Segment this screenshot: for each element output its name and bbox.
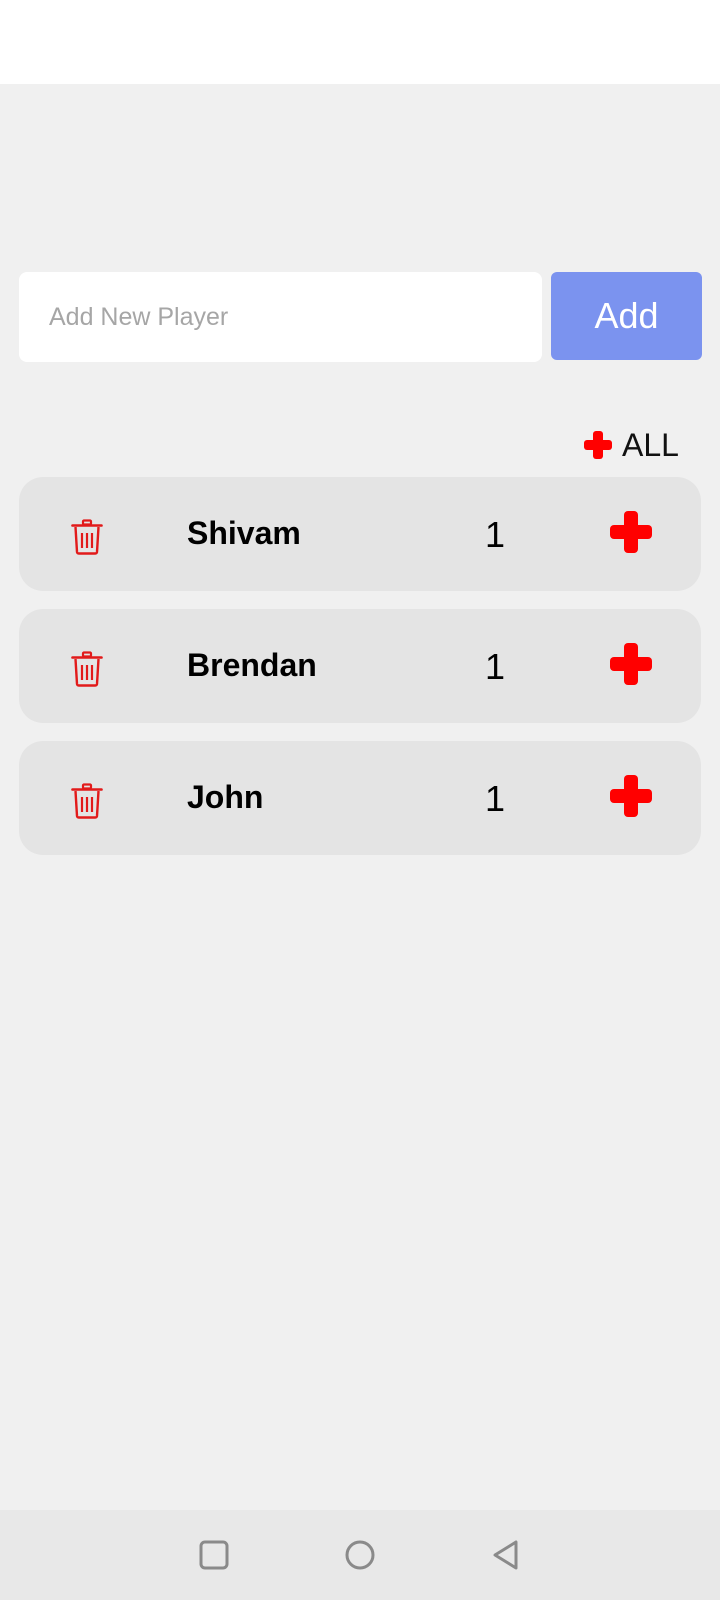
player-name: Brendan [187,647,317,683]
recents-square-icon[interactable] [194,1535,234,1575]
trash-icon[interactable] [71,519,103,555]
add-button[interactable]: Add [551,272,702,360]
increment-all-button[interactable]: ALL [582,425,679,465]
player-card: Brendan 1 [19,609,701,723]
trash-icon[interactable] [71,783,103,819]
system-nav-bar [0,1510,720,1600]
trash-icon[interactable] [71,651,103,687]
home-circle-icon[interactable] [340,1535,380,1575]
plus-icon[interactable] [608,773,654,819]
player-score: 1 [485,646,506,687]
player-name: Shivam [187,515,301,551]
add-player-row: Add [19,272,702,362]
add-player-input[interactable] [19,272,542,362]
player-list: Shivam 1 Brendan 1 John 1 [19,477,701,873]
player-card: Shivam 1 [19,477,701,591]
status-bar [0,0,720,84]
plus-icon[interactable] [608,641,654,687]
plus-icon [584,431,612,459]
player-name: John [187,779,264,815]
back-triangle-icon[interactable] [486,1535,526,1575]
player-score: 1 [485,514,506,555]
player-score: 1 [485,778,506,819]
all-label: ALL [622,426,679,463]
plus-icon[interactable] [608,509,654,555]
player-card: John 1 [19,741,701,855]
